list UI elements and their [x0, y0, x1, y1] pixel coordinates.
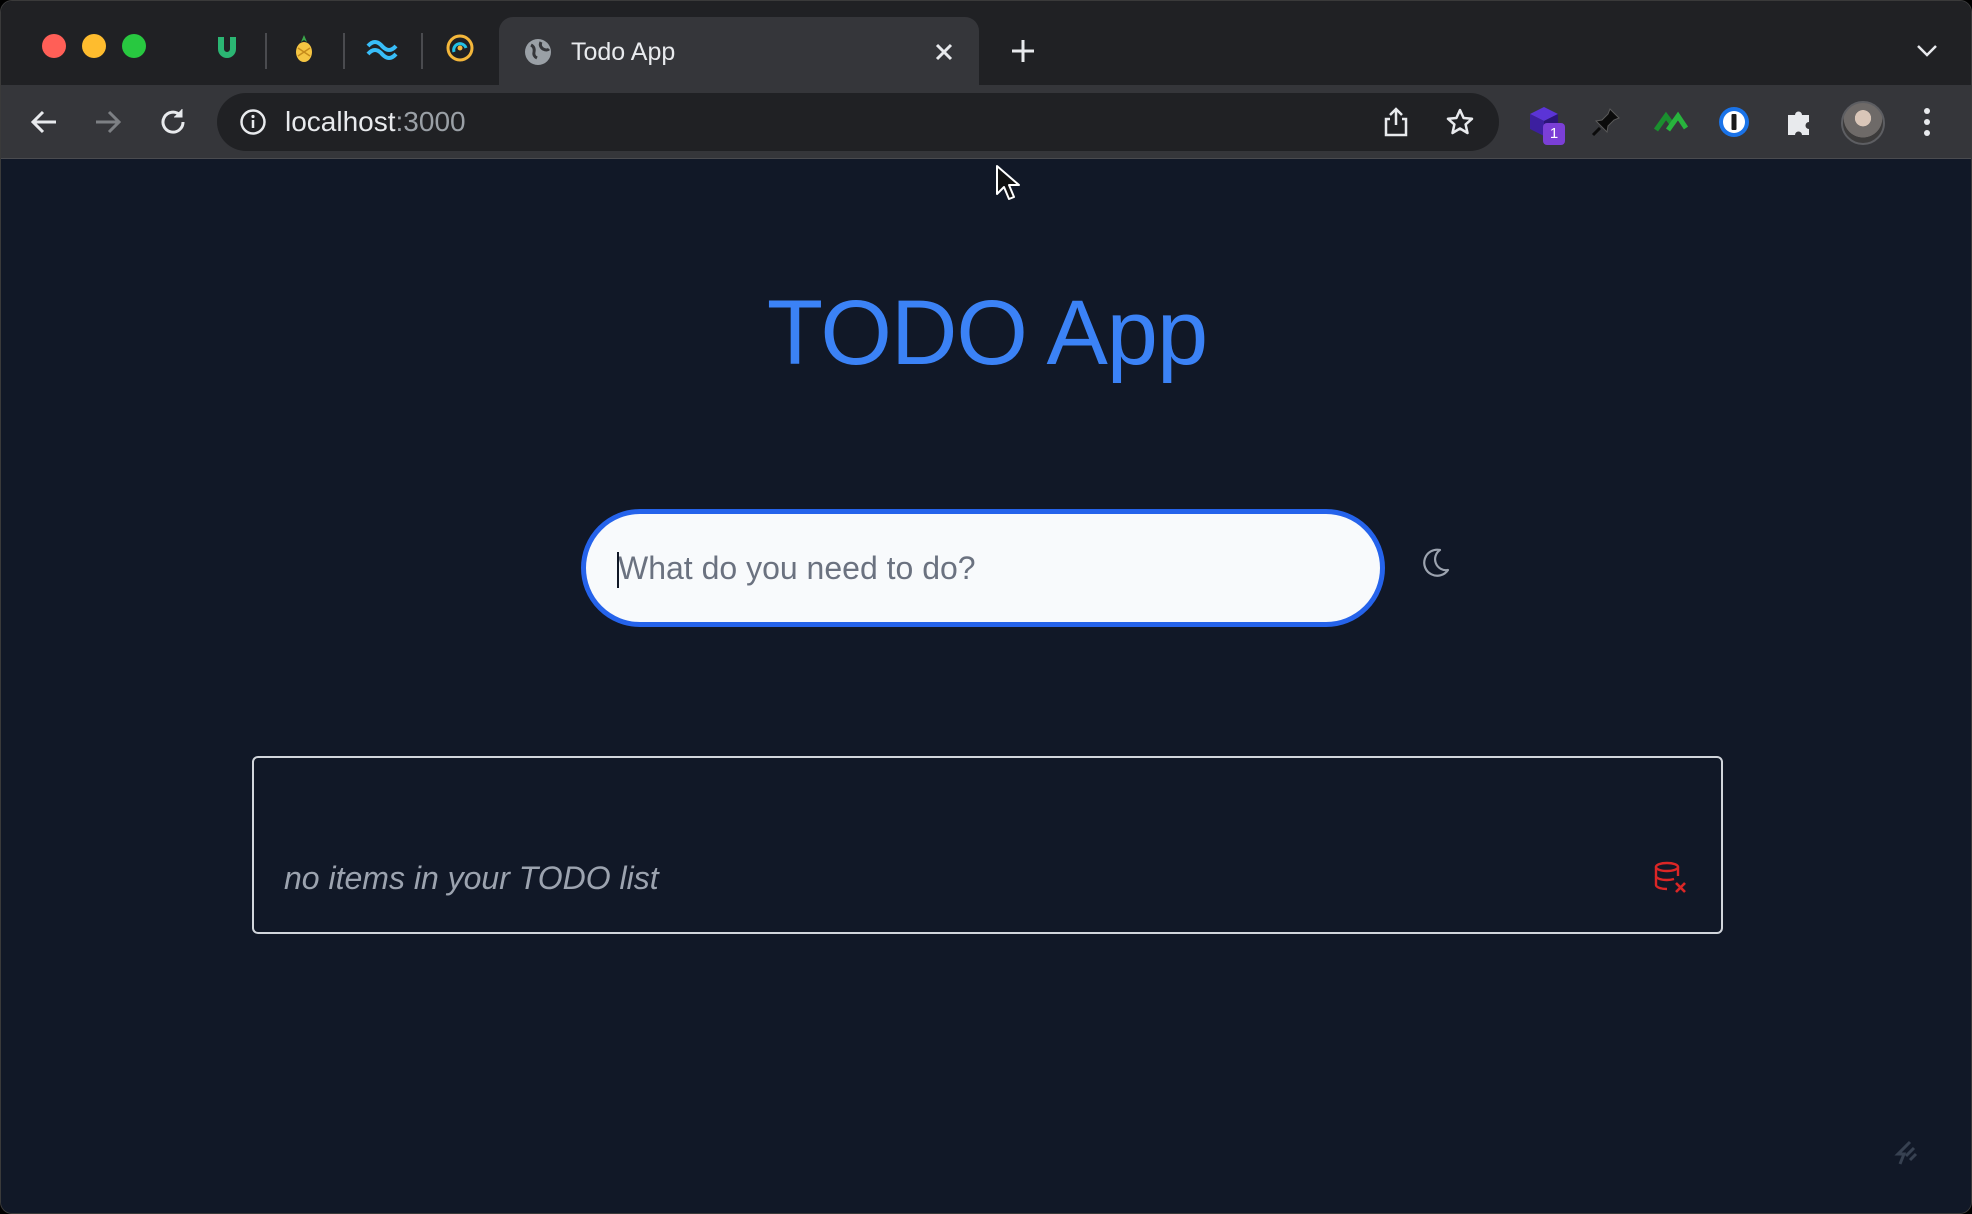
extension-green[interactable] [1650, 101, 1692, 143]
theme-toggle-button[interactable] [1415, 543, 1455, 583]
browser-window: Todo App localhost:3000 1 TODO App What … [0, 0, 1972, 1214]
u-logo-icon [218, 37, 236, 58]
tailwind-icon [366, 40, 398, 60]
address-bar[interactable]: localhost:3000 [217, 93, 1499, 151]
share-icon [1384, 107, 1408, 137]
arrow-left-icon [30, 110, 56, 134]
browser-toolbar: localhost:3000 1 [1, 85, 1971, 159]
reload-icon [161, 109, 185, 134]
clear-list-button[interactable] [1651, 858, 1691, 898]
extensions-menu-button[interactable] [1778, 101, 1820, 143]
site-info-icon [240, 109, 266, 135]
moon-icon [1423, 548, 1450, 577]
database-x-icon [1654, 861, 1686, 893]
tab-search-button[interactable] [1911, 35, 1943, 67]
plus-icon [1012, 40, 1034, 62]
page-content: TODO App no items in your TODO list [1, 159, 1971, 1213]
extension-1password[interactable] [1713, 101, 1755, 143]
star-icon [1446, 108, 1474, 135]
profile-avatar[interactable] [1841, 101, 1885, 145]
browser-menu-button[interactable] [1906, 101, 1948, 143]
forward-button[interactable] [88, 102, 128, 142]
green-chevron-extension-icon [1654, 111, 1688, 132]
extension-pin[interactable] [1585, 101, 1627, 143]
pineapple-icon [296, 35, 312, 62]
pinned-tab-tailwind[interactable] [363, 29, 401, 67]
pinned-tab-u[interactable] [208, 29, 246, 67]
maximize-window-button[interactable] [122, 34, 146, 58]
close-window-button[interactable] [42, 34, 66, 58]
share-button[interactable] [1379, 105, 1413, 139]
tab-strip: Todo App [1, 1, 1971, 87]
back-button[interactable] [24, 102, 64, 142]
pinned-tab-spiral[interactable] [441, 29, 479, 67]
more-vertical-icon [1924, 108, 1930, 136]
spiral-logo-icon [446, 34, 474, 62]
todo-input[interactable] [581, 509, 1385, 627]
reload-button[interactable] [153, 102, 193, 142]
1password-icon [1719, 107, 1749, 137]
extension-badge: 1 [1543, 123, 1565, 145]
url-host: localhost [285, 106, 396, 137]
url-port: :3000 [395, 106, 466, 137]
bookmark-button[interactable] [1443, 105, 1477, 139]
chevron-down-icon [1917, 45, 1937, 57]
pin-icon [1591, 108, 1620, 137]
tab-todo-app[interactable]: Todo App [499, 17, 979, 87]
todo-list: no items in your TODO list [252, 756, 1723, 934]
corner-logo-icon [1889, 1135, 1925, 1171]
url-text: localhost:3000 [285, 106, 466, 138]
text-caret [617, 552, 619, 588]
mouse-cursor-icon [996, 165, 1020, 200]
tab-close-button[interactable] [927, 35, 961, 69]
tab-title: Todo App [571, 38, 676, 66]
globe-icon [525, 39, 551, 65]
empty-list-message: no items in your TODO list [284, 860, 659, 896]
extension-purple-cube[interactable]: 1 [1523, 101, 1565, 145]
pinned-tab-pineapple[interactable] [285, 29, 323, 67]
arrow-right-icon [96, 110, 122, 134]
puzzle-icon [1788, 111, 1809, 135]
new-tab-button[interactable] [1003, 31, 1043, 71]
close-icon [935, 43, 953, 61]
tab-separator [421, 33, 423, 69]
app-title: TODO App [766, 282, 1208, 384]
tab-separator [265, 33, 267, 69]
tab-separator [343, 33, 345, 69]
minimize-window-button[interactable] [82, 34, 106, 58]
